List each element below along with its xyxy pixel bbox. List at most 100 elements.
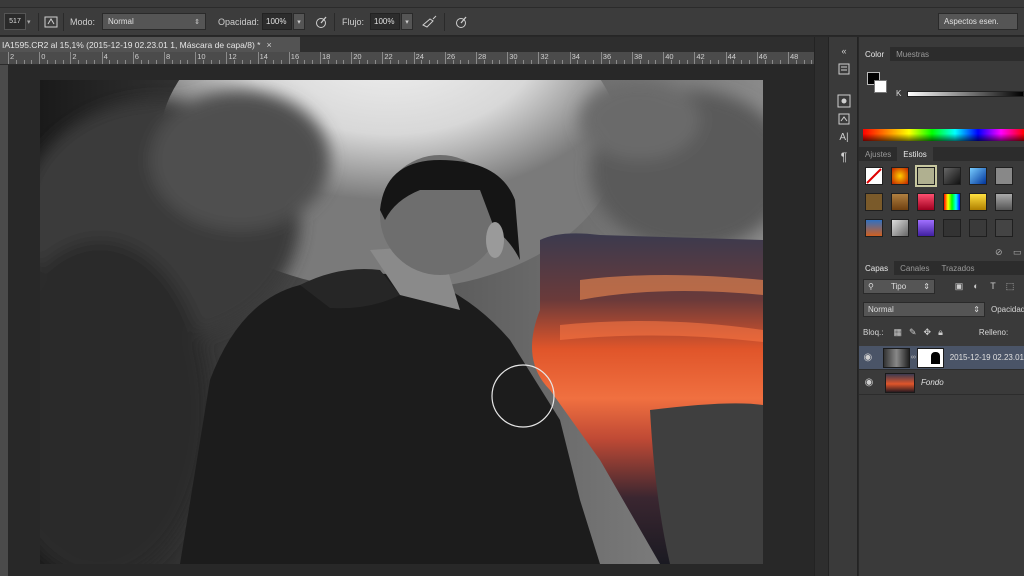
workspace-label: Aspectos esen. [944,17,999,26]
ruler-minor-tick [47,60,48,64]
ruler-minor-tick [483,60,485,64]
mode-dropdown[interactable]: Normal ⇕ [102,13,206,30]
airbrush-icon[interactable] [420,13,438,30]
brush-presets-icon[interactable] [836,111,852,127]
ruler-label: 12 [228,52,237,61]
image-filter-icon[interactable]: ▣ [953,281,965,292]
style-swatch[interactable] [969,167,987,185]
brush-panel-icon[interactable] [42,13,60,30]
tab-color[interactable]: Color [859,47,891,61]
horizontal-ruler: 2 0 2 4 6 8 10 12 14 16 18 20 22 24 26 28 30 32 34 36 38 40 42… [0,52,814,65]
separator [334,13,335,31]
ruler-minor-tick [62,60,64,64]
pen-pressure-icon[interactable] [312,13,330,30]
ruler-minor-tick [733,60,735,64]
style-swatch[interactable] [969,219,987,237]
ruler-minor-tick [491,60,493,64]
channel-label: K [896,89,902,98]
tab-adjustments[interactable]: Ajustes [859,147,897,161]
eye-icon[interactable]: ◉ [859,352,877,363]
lock-transparency-icon[interactable]: ▦ [893,327,902,338]
layer-name: Fondo [921,378,944,387]
style-swatch[interactable] [891,219,909,237]
style-swatch[interactable] [943,219,961,237]
ruler-minor-tick [647,60,649,64]
tab-bar [300,37,814,52]
ruler-major-tick [507,52,509,64]
tab-paths[interactable]: Trazados [935,261,980,275]
flow-value: 100% [374,17,395,26]
ruler-minor-tick [296,60,298,64]
ruler-minor-tick [616,60,618,64]
style-swatch[interactable] [917,219,935,237]
chain-link-icon[interactable]: ∞ [911,354,916,361]
adjustment-filter-icon[interactable]: ◐ [970,281,982,292]
k-slider[interactable] [907,91,1024,97]
tab-styles[interactable]: Estilos [897,147,933,161]
background-color-swatch[interactable] [874,80,887,93]
style-swatch[interactable] [943,167,961,185]
style-swatch[interactable] [995,167,1013,185]
brush-panel-icon[interactable] [836,93,852,109]
flow-caret[interactable]: ▾ [401,13,413,30]
style-swatch[interactable] [969,193,987,211]
tab-swatches[interactable]: Muestras [890,47,935,61]
style-swatch[interactable] [865,219,883,237]
history-icon[interactable] [836,61,852,77]
layer-thumbnail [882,347,910,368]
layer-row[interactable]: ◉ ∞ 2015-12-19 02.23.01 [859,346,1024,370]
workspace-switcher[interactable]: Aspectos esen. [938,13,1018,30]
lock-row: Bloq.: ▦ ✎ ✥ 🔒︎ Relleno: [863,325,1008,340]
new-style-icon[interactable]: ▭ [1013,247,1022,258]
ruler-minor-tick [171,60,173,64]
opacity-caret[interactable]: ▾ [293,13,305,30]
type-filter-icon[interactable]: T [987,281,999,292]
ruler-label: 16 [290,52,300,61]
ruler-minor-tick [437,60,438,64]
flow-field[interactable]: 100% [370,13,400,30]
lock-pixels-icon[interactable]: ✎ [909,327,917,338]
ruler-major-tick [195,52,197,64]
style-swatch[interactable] [865,193,883,211]
layer-row[interactable]: ◉ Fondo [859,371,1024,395]
style-swatch[interactable] [995,219,1013,237]
layer-filter-dropdown[interactable]: ⚲ Tipo ⇕ [863,279,935,294]
delete-style-icon[interactable]: ⊘ [995,247,1003,258]
document-tab[interactable]: IA1595.CR2 al 15,1% (2015-12-19 02.23.01… [0,37,300,52]
ruler-label: 6 [134,52,139,61]
style-none[interactable] [865,167,883,185]
character-icon[interactable]: A| [836,129,852,145]
brush-preset-picker[interactable]: 517 [4,13,26,30]
style-swatch-selected[interactable] [915,165,937,187]
style-swatch[interactable] [891,167,909,185]
lock-all-icon[interactable]: 🔒︎ [938,327,943,338]
style-swatch[interactable] [995,193,1013,211]
ruler-minor-tick [78,60,80,64]
ruler-minor-tick [179,60,181,64]
blend-mode-dropdown[interactable]: Normal ⇕ [863,302,985,317]
document-canvas[interactable] [40,80,763,564]
vertical-scrollbar[interactable] [814,37,828,576]
ruler-label: 34 [571,52,580,61]
eye-icon[interactable]: ◉ [859,377,879,388]
style-swatch[interactable] [943,193,961,211]
style-swatch[interactable] [917,193,935,211]
ruler-minor-tick [671,60,672,64]
tab-channels[interactable]: Canales [894,261,935,275]
style-swatch[interactable] [891,193,909,211]
layer-filter-icons: ▣ ◐ T ⬚ [953,281,1021,292]
paragraph-icon[interactable]: ¶ [836,149,852,165]
pen-pressure-size-icon[interactable] [452,13,470,30]
tab-layers[interactable]: Capas [859,261,895,275]
layer-mask-thumbnail[interactable] [916,347,944,368]
ruler-minor-tick [639,60,641,64]
close-icon[interactable]: × [266,40,271,50]
opacity-label: Opacidad: [218,16,260,27]
lock-position-icon[interactable]: ✥ [924,327,932,338]
brush-size-value: 517 [9,18,21,25]
shape-filter-icon[interactable]: ⬚ [1004,281,1016,292]
opacity-field[interactable]: 100% [262,13,292,30]
collapse-icon[interactable]: « [836,43,852,59]
brush-preset-caret[interactable]: ▾ [27,13,35,30]
color-spectrum[interactable] [863,129,1024,141]
